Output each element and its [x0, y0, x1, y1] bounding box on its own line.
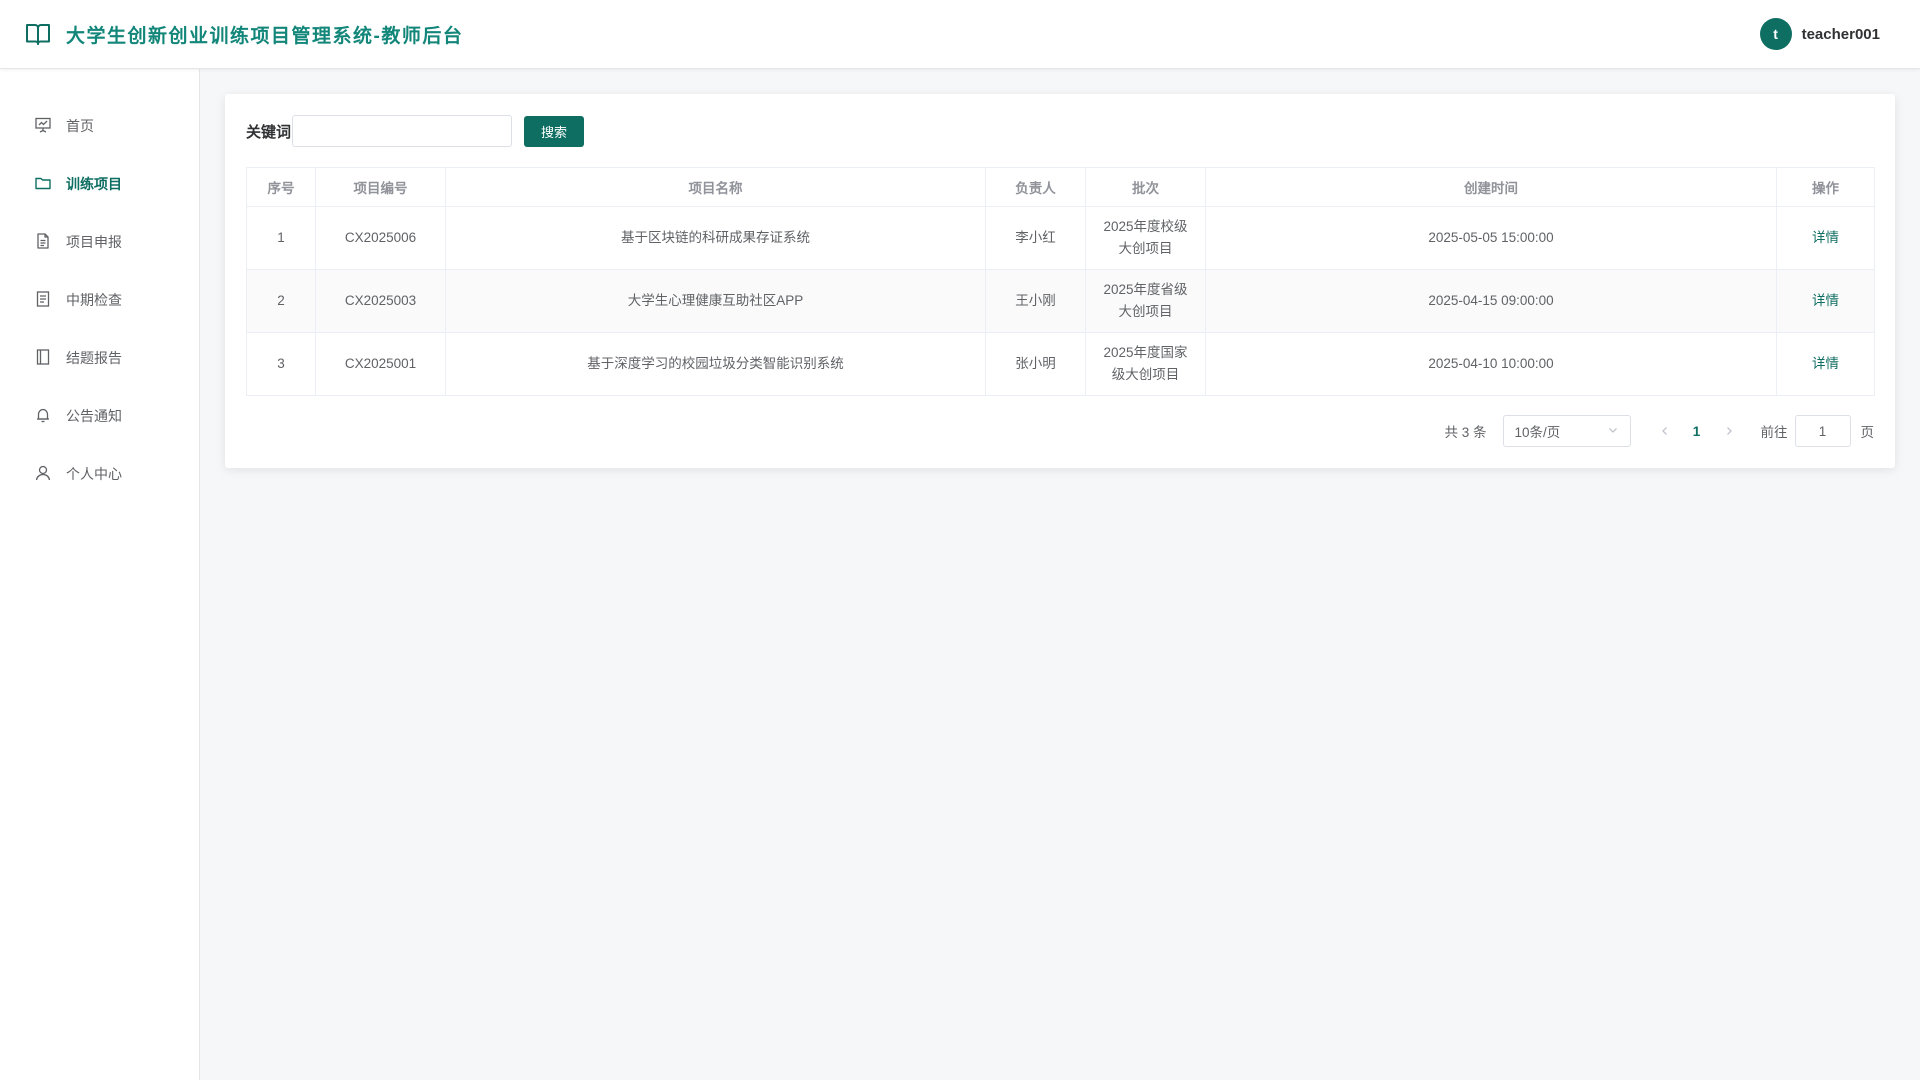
table-header-row: 序号 项目编号 项目名称 负责人 批次 创建时间 操作	[246, 167, 1875, 207]
app-title: 大学生创新创业训练项目管理系统-教师后台	[66, 25, 464, 47]
cell-action: 详情	[1776, 269, 1875, 333]
sidebar-item-label: 中期检查	[66, 292, 122, 308]
column-header-created: 创建时间	[1205, 167, 1777, 207]
chevron-down-icon	[1607, 424, 1619, 439]
search-button[interactable]: 搜索	[524, 115, 585, 147]
book-icon	[34, 348, 52, 369]
column-header-leader: 负责人	[985, 167, 1086, 207]
user-icon	[34, 464, 52, 485]
cell-leader: 李小红	[985, 206, 1086, 270]
bell-icon	[34, 406, 52, 427]
username[interactable]: teacher001	[1802, 26, 1880, 43]
document-icon	[34, 232, 52, 253]
cell-created: 2025-04-15 09:00:00	[1205, 269, 1777, 333]
cell-batch: 2025年度国家级大创项目	[1085, 332, 1206, 396]
search-label: 关键词	[246, 123, 292, 141]
project-list-card: 关键词 搜索 序号 项目编号 项目名称 负责人 批次 创建时间 操作 1 CX2…	[225, 94, 1895, 468]
cell-batch: 2025年度校级大创项目	[1085, 206, 1206, 270]
cell-code: CX2025001	[315, 332, 446, 396]
sidebar-item-profile[interactable]: 个人中心	[0, 445, 199, 503]
sidebar-item-midterm-check[interactable]: 中期检查	[0, 271, 199, 329]
cell-index: 2	[246, 269, 316, 333]
sidebar: 首页 训练项目 项目申报 中期检查 结题报告 公告通知 个人中心	[0, 69, 200, 1080]
page-unit-label: 页	[1860, 425, 1875, 440]
sidebar-item-announcements[interactable]: 公告通知	[0, 387, 199, 445]
detail-link[interactable]: 详情	[1812, 293, 1839, 308]
cell-action: 详情	[1776, 332, 1875, 396]
top-header: 大学生创新创业训练项目管理系统-教师后台 t teacher001	[0, 0, 1920, 69]
sidebar-item-label: 首页	[66, 118, 94, 134]
table-row: 2 CX2025003 大学生心理健康互助社区APP 王小刚 2025年度省级大…	[246, 269, 1875, 333]
avatar[interactable]: t	[1759, 18, 1792, 50]
sidebar-item-final-report[interactable]: 结题报告	[0, 329, 199, 387]
prev-page-button[interactable]	[1653, 425, 1677, 437]
cell-leader: 张小明	[985, 332, 1086, 396]
column-header-index: 序号	[246, 167, 316, 207]
presentation-icon	[34, 116, 52, 137]
cell-leader: 王小刚	[985, 269, 1086, 333]
checklist-icon	[34, 290, 52, 311]
column-header-code: 项目编号	[315, 167, 446, 207]
folder-icon	[34, 174, 52, 195]
sidebar-item-home[interactable]: 首页	[0, 97, 199, 155]
sidebar-item-label: 结题报告	[66, 350, 122, 366]
cell-code: CX2025003	[315, 269, 446, 333]
table-row: 1 CX2025006 基于区块链的科研成果存证系统 李小红 2025年度校级大…	[246, 206, 1875, 270]
sidebar-item-project-application[interactable]: 项目申报	[0, 213, 199, 271]
book-open-icon	[24, 20, 52, 48]
brand: 大学生创新创业训练项目管理系统-教师后台	[24, 20, 463, 48]
pagination: 共 3 条 10条/页 1 前往 页	[1444, 415, 1874, 447]
cell-created: 2025-05-05 15:00:00	[1205, 206, 1777, 270]
cell-index: 1	[246, 206, 316, 270]
sidebar-item-label: 训练项目	[66, 176, 122, 192]
column-header-batch: 批次	[1085, 167, 1206, 207]
sidebar-item-label: 公告通知	[66, 408, 122, 424]
column-header-name: 项目名称	[445, 167, 986, 207]
detail-link[interactable]: 详情	[1812, 230, 1839, 245]
goto-page-input[interactable]	[1794, 415, 1851, 447]
user-menu[interactable]: t teacher001	[1759, 18, 1880, 50]
cell-created: 2025-04-10 10:00:00	[1205, 332, 1777, 396]
sidebar-item-label: 项目申报	[66, 234, 122, 250]
cell-action: 详情	[1776, 206, 1875, 270]
cell-index: 3	[246, 332, 316, 396]
search-bar: 关键词 搜索	[246, 115, 1874, 147]
cell-code: CX2025006	[315, 206, 446, 270]
page-size-value: 10条/页	[1514, 425, 1561, 440]
sidebar-item-training-projects[interactable]: 训练项目	[0, 155, 199, 213]
keyword-search-input[interactable]	[292, 115, 513, 147]
column-header-action: 操作	[1776, 167, 1875, 207]
cell-name: 基于深度学习的校园垃圾分类智能识别系统	[445, 332, 986, 396]
page-number-current[interactable]: 1	[1683, 424, 1711, 439]
cell-batch: 2025年度省级大创项目	[1085, 269, 1206, 333]
next-page-button[interactable]	[1717, 425, 1741, 437]
cell-name: 大学生心理健康互助社区APP	[445, 269, 986, 333]
cell-name: 基于区块链的科研成果存证系统	[445, 206, 986, 270]
project-table: 序号 项目编号 项目名称 负责人 批次 创建时间 操作 1 CX2025006 …	[246, 167, 1875, 396]
total-count: 共 3 条	[1444, 425, 1487, 440]
table-row: 3 CX2025001 基于深度学习的校园垃圾分类智能识别系统 张小明 2025…	[246, 332, 1875, 396]
goto-label: 前往	[1760, 425, 1788, 440]
detail-link[interactable]: 详情	[1812, 356, 1839, 371]
page-size-select[interactable]: 10条/页	[1502, 415, 1631, 447]
sidebar-item-label: 个人中心	[66, 466, 122, 482]
